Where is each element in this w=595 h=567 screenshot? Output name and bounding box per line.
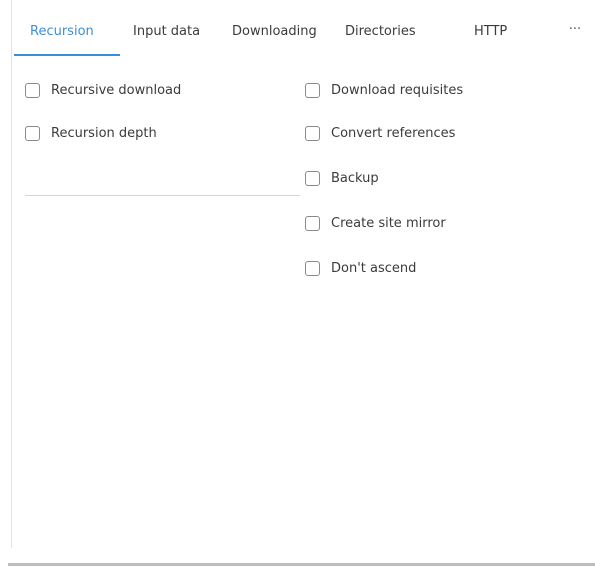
- checkbox-label: Recursive download: [51, 82, 182, 98]
- recursion-settings-panel: Recursion Input data Downloading Directo…: [0, 0, 595, 567]
- checkbox-label: Download requisites: [331, 82, 464, 98]
- tab-directories[interactable]: Directories: [345, 10, 416, 54]
- checkbox-label: Create site mirror: [331, 215, 446, 231]
- checkbox-box[interactable]: [305, 82, 320, 98]
- panel-left-border: [11, 0, 12, 548]
- tab-input-data[interactable]: Input data: [133, 10, 200, 54]
- tab-http[interactable]: HTTP: [474, 10, 507, 54]
- checkbox-box[interactable]: [305, 125, 320, 141]
- dont-ascend-checkbox[interactable]: Don't ascend: [305, 258, 416, 278]
- checkbox-label: Backup: [331, 170, 379, 186]
- recursive-download-checkbox[interactable]: Recursive download: [25, 80, 181, 100]
- recursion-depth-input[interactable]: [25, 170, 300, 196]
- checkbox-box[interactable]: [25, 125, 40, 141]
- convert-references-checkbox[interactable]: Convert references: [305, 123, 455, 143]
- checkbox-box[interactable]: [305, 260, 320, 276]
- backup-checkbox[interactable]: Backup: [305, 168, 379, 188]
- checkbox-box[interactable]: [305, 215, 320, 231]
- checkbox-label: Convert references: [331, 125, 456, 141]
- create-site-mirror-checkbox[interactable]: Create site mirror: [305, 213, 446, 233]
- active-tab-indicator: [14, 54, 120, 56]
- download-requisites-checkbox[interactable]: Download requisites: [305, 80, 463, 100]
- tab-bar: Recursion Input data Downloading Directo…: [14, 10, 592, 56]
- checkbox-label: Recursion depth: [51, 125, 157, 141]
- more-tabs-icon[interactable]: ···: [563, 10, 587, 54]
- checkbox-box[interactable]: [25, 82, 40, 98]
- tab-downloading[interactable]: Downloading: [232, 10, 317, 54]
- recursion-depth-checkbox[interactable]: Recursion depth: [25, 123, 157, 143]
- checkbox-label: Don't ascend: [331, 260, 417, 276]
- horizontal-scrollbar[interactable]: [8, 563, 595, 566]
- checkbox-box[interactable]: [305, 170, 320, 186]
- tab-recursion[interactable]: Recursion: [30, 10, 94, 54]
